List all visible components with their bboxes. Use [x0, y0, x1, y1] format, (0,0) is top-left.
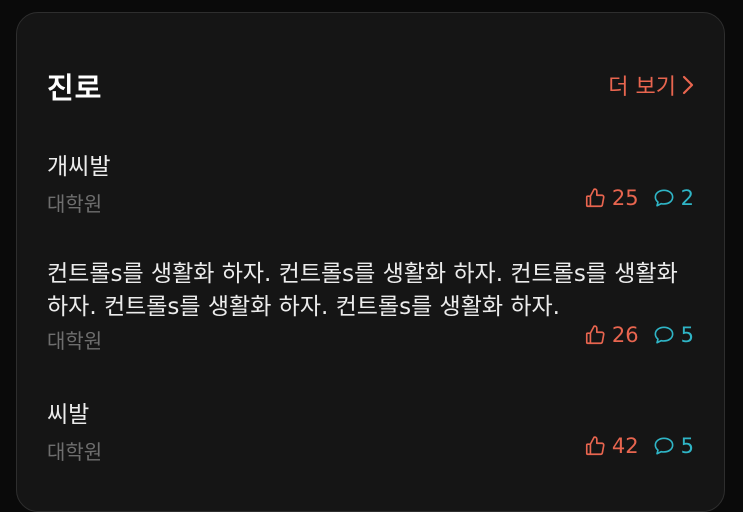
- comment-count: 5: [653, 434, 694, 458]
- section-title: 진로: [47, 71, 103, 105]
- post-meta: 대학원 42 5: [47, 434, 694, 464]
- list-item[interactable]: 컨트롤s를 생활화 하자. 컨트롤s를 생활화 하자. 컨트롤s를 생활화 하자…: [47, 258, 694, 353]
- post-stats: 25 2: [584, 186, 694, 210]
- thumbs-up-icon: [584, 324, 606, 346]
- comment-count-value: 2: [680, 186, 694, 210]
- like-count: 25: [584, 186, 639, 210]
- list-item[interactable]: 개씨발 대학원 25 2: [47, 151, 694, 216]
- like-count-value: 42: [611, 434, 639, 458]
- like-count-value: 25: [611, 186, 639, 210]
- list-item[interactable]: 씨발 대학원 42 5: [47, 399, 694, 464]
- like-count-value: 26: [611, 323, 639, 347]
- post-category: 대학원: [47, 440, 103, 464]
- post-meta: 대학원 25 2: [47, 186, 694, 216]
- like-count: 26: [584, 323, 639, 347]
- speech-bubble-icon: [653, 325, 675, 345]
- like-count: 42: [584, 434, 639, 458]
- thumbs-up-icon: [584, 435, 606, 457]
- more-label: 더 보기: [608, 75, 676, 100]
- comment-count: 5: [653, 323, 694, 347]
- comment-count-value: 5: [680, 434, 694, 458]
- post-category: 대학원: [47, 329, 103, 353]
- post-title[interactable]: 개씨발: [47, 151, 694, 184]
- post-meta: 대학원 26 5: [47, 323, 694, 353]
- chevron-right-icon: [682, 75, 694, 95]
- post-stats: 26 5: [584, 323, 694, 347]
- comment-count-value: 5: [680, 323, 694, 347]
- comment-count: 2: [653, 186, 694, 210]
- board-section-card: 진로 더 보기 개씨발 대학원 25 2 컨트롤s를 생활화 하자. 컨트롤s를…: [16, 12, 725, 512]
- thumbs-up-icon: [584, 187, 606, 209]
- post-title[interactable]: 씨발: [47, 399, 694, 432]
- speech-bubble-icon: [653, 436, 675, 456]
- post-category: 대학원: [47, 192, 103, 216]
- post-stats: 42 5: [584, 434, 694, 458]
- speech-bubble-icon: [653, 188, 675, 208]
- post-title[interactable]: 컨트롤s를 생활화 하자. 컨트롤s를 생활화 하자. 컨트롤s를 생활화 하자…: [47, 258, 694, 324]
- more-button[interactable]: 더 보기: [608, 69, 694, 101]
